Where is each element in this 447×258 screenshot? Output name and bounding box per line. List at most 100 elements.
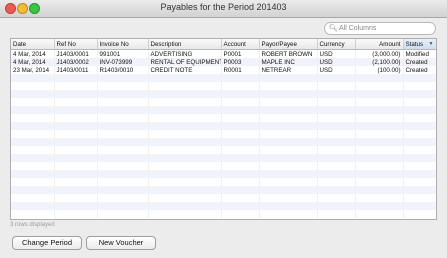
table-cell <box>11 194 55 202</box>
table-cell <box>317 90 356 98</box>
table-cell <box>317 202 356 210</box>
table-cell <box>97 98 149 106</box>
table-cell <box>97 210 149 218</box>
column-header-amount[interactable]: Amount <box>355 39 404 50</box>
table-cell <box>317 194 356 202</box>
table-cell <box>54 74 98 82</box>
table-cell <box>148 122 222 130</box>
column-header-description[interactable]: Description <box>148 39 222 50</box>
table-row <box>11 202 436 210</box>
table-cell <box>221 130 260 138</box>
table-cell <box>148 194 222 202</box>
sort-descending-icon: ▼ <box>428 40 434 47</box>
table-cell <box>403 178 436 186</box>
table-cell <box>148 114 222 122</box>
table-cell <box>355 74 404 82</box>
table-cell <box>317 210 356 218</box>
table-row[interactable]: 4 Mar, 2014 J1403/0001 991001 ADVERTISING P0… <box>11 49 436 58</box>
table-header-row: Date Ref No Invoice No Description Account Pa… <box>11 39 436 50</box>
table-body: 4 Mar, 2014 J1403/0001 991001 ADVERTISING P0… <box>11 49 436 218</box>
table-cell <box>11 202 55 210</box>
new-voucher-button[interactable]: New Voucher <box>86 236 156 250</box>
table-cell <box>54 162 98 170</box>
table-cell: (2,100.00) <box>355 58 404 66</box>
table-cell <box>317 162 356 170</box>
table-cell <box>317 178 356 186</box>
table-cell <box>221 106 260 114</box>
table-row <box>11 194 436 202</box>
table-cell <box>259 74 318 82</box>
table-cell: ADVERTISING <box>148 49 222 58</box>
table-cell <box>259 178 318 186</box>
table-row <box>11 98 436 106</box>
column-header-invoice-no[interactable]: Invoice No <box>97 39 149 50</box>
table-cell <box>403 170 436 178</box>
table-cell <box>54 210 98 218</box>
column-header-status[interactable]: Status ▼ <box>403 39 436 50</box>
table-cell <box>403 186 436 194</box>
table-cell <box>148 154 222 162</box>
table-cell: 4 Mar, 2014 <box>11 49 55 58</box>
table-cell <box>317 74 356 82</box>
table-cell <box>148 210 222 218</box>
table-cell <box>54 122 98 130</box>
column-header-account[interactable]: Account <box>221 39 260 50</box>
table-cell <box>259 162 318 170</box>
table-cell <box>11 114 55 122</box>
column-header-payor-payee[interactable]: Payor/Payee <box>259 39 318 50</box>
table-cell <box>403 154 436 162</box>
table-cell <box>148 98 222 106</box>
column-header-date[interactable]: Date <box>11 39 55 50</box>
table-cell <box>97 162 149 170</box>
table-cell: P0003 <box>221 58 260 66</box>
table-cell <box>403 106 436 114</box>
table-row <box>11 74 436 82</box>
search-field[interactable]: 🔍︎ All Columns <box>324 22 436 35</box>
table-cell <box>11 106 55 114</box>
table-cell <box>97 106 149 114</box>
table-cell <box>355 162 404 170</box>
table-cell <box>11 138 55 146</box>
table-cell: R1403/0010 <box>97 66 149 74</box>
table-cell <box>221 178 260 186</box>
change-period-button[interactable]: Change Period <box>12 236 82 250</box>
table-cell <box>259 186 318 194</box>
table-cell <box>221 122 260 130</box>
column-header-currency[interactable]: Currency <box>317 39 356 50</box>
payables-table[interactable]: Date Ref No Invoice No Description Account Pa… <box>10 38 437 220</box>
table-cell <box>355 82 404 90</box>
table-cell <box>355 122 404 130</box>
table-cell <box>355 106 404 114</box>
table-row <box>11 106 436 114</box>
table-cell: 23 Mar, 2014 <box>11 66 55 74</box>
table-cell <box>11 210 55 218</box>
table-cell <box>54 106 98 114</box>
table-cell <box>403 114 436 122</box>
rows-displayed-label: 3 rows displayed <box>10 222 55 228</box>
table-cell <box>221 210 260 218</box>
table-row[interactable]: 4 Mar, 2014 J1403/0002 INV-073999 RENTAL OF… <box>11 58 436 66</box>
table-cell <box>97 74 149 82</box>
table-row <box>11 186 436 194</box>
table-cell <box>259 130 318 138</box>
column-header-ref-no[interactable]: Ref No <box>54 39 98 50</box>
table-cell <box>221 146 260 154</box>
table-row[interactable]: 23 Mar, 2014 J1403/0011 R1403/0010 CREDIT N… <box>11 66 436 74</box>
table-cell <box>221 114 260 122</box>
table-cell <box>54 98 98 106</box>
table-cell <box>97 194 149 202</box>
table-cell <box>97 186 149 194</box>
table-cell <box>355 186 404 194</box>
table-cell <box>148 82 222 90</box>
table-cell: NETREAR <box>259 66 318 74</box>
table-cell <box>54 170 98 178</box>
table-cell <box>403 122 436 130</box>
table-row <box>11 210 436 218</box>
search-placeholder: All Columns <box>339 25 377 32</box>
table-cell <box>148 186 222 194</box>
table-cell <box>355 114 404 122</box>
table-cell <box>148 162 222 170</box>
table-cell <box>317 138 356 146</box>
table-cell <box>97 82 149 90</box>
table-cell: Created <box>403 58 436 66</box>
